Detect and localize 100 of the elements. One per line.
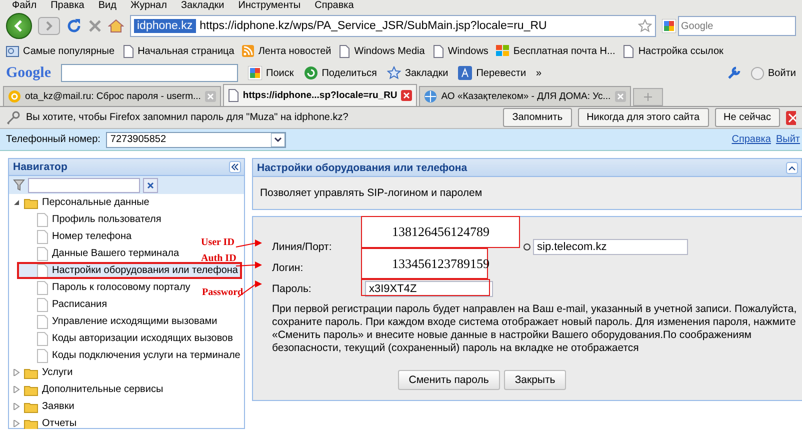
new-tab-icon[interactable] [632, 88, 663, 106]
tree-item[interactable]: Профиль пользователя [9, 211, 162, 228]
tree-item[interactable]: Номер телефона [9, 228, 132, 245]
phone-select[interactable]: 7273905852 [106, 132, 286, 148]
prompt-button[interactable]: Запомнить [503, 108, 572, 127]
translate-icon [458, 66, 472, 80]
browser-tab[interactable]: ota_kz@mail.ru: Сброс пароля - userm... [3, 86, 221, 106]
folder-icon [24, 400, 38, 412]
search-icon [662, 19, 676, 33]
document-icon [37, 314, 48, 328]
windows-flag-icon [496, 45, 510, 57]
collapsed-triangle-icon [13, 403, 20, 410]
bookmark[interactable]: Самые популярные [6, 45, 115, 57]
tab-close-icon[interactable] [204, 91, 216, 102]
browser-tab[interactable]: https://idphone...sp?locale=ru_RU [222, 84, 418, 106]
document-icon [37, 348, 48, 362]
menu-item[interactable]: Инструменты [238, 0, 301, 12]
field-label: Пароль: [272, 282, 312, 294]
menu-item[interactable]: Правка [50, 0, 84, 12]
input-field[interactable]: x3I9XT4Z [365, 280, 493, 296]
annotation-label: Auth ID [201, 253, 236, 264]
key-icon [6, 110, 20, 124]
header-link[interactable]: Справка [732, 134, 771, 145]
tree-item[interactable]: Расписания [9, 296, 107, 313]
menu-item[interactable]: Файл [12, 0, 37, 12]
domain-field[interactable]: sip.telecom.kz [533, 238, 688, 254]
filter-icon [13, 179, 25, 191]
tree-item[interactable]: Настройки оборудования или телефона [17, 262, 242, 279]
menu-item[interactable]: Журнал [130, 0, 167, 12]
tree-item[interactable]: Коды подключения услуги на терминале [9, 347, 240, 364]
tree-item[interactable]: Данные Вашего терминала [9, 245, 180, 262]
toolbar-button[interactable]: Поиск [248, 66, 294, 80]
page-icon [228, 89, 239, 102]
close-icon [147, 182, 154, 188]
more-button[interactable]: » [536, 68, 542, 78]
document-icon [37, 264, 48, 278]
toolbar-button[interactable]: Перевести [458, 66, 526, 80]
tree-item[interactable]: Услуги [9, 364, 73, 381]
collapse-icon[interactable] [229, 161, 241, 173]
tree-item[interactable]: Коды авторизации исходящих вызовов [9, 330, 233, 347]
toolbar-button[interactable]: Поделиться [304, 66, 377, 80]
bookmark[interactable]: Настройка ссылок [623, 44, 724, 58]
annotation-label: Password [202, 287, 244, 298]
site-identity[interactable]: idphone.kz [134, 19, 196, 33]
page-icon [623, 44, 634, 58]
prompt-button[interactable]: Никогда для этого сайта [578, 108, 709, 127]
phone-value: 7273905852 [110, 134, 166, 145]
google-logo: Google [6, 64, 51, 82]
document-icon [37, 280, 48, 294]
bookmark[interactable]: Начальная страница [122, 44, 234, 58]
star-icon [386, 66, 401, 80]
tree-item[interactable]: Заявки [9, 398, 74, 415]
reload-icon[interactable] [66, 18, 82, 34]
close-icon[interactable] [786, 110, 796, 124]
tree-item[interactable]: Пароль к голосовому порталу [9, 279, 190, 296]
field-label: Линия/Порт: [272, 240, 333, 252]
page-icon [432, 44, 444, 58]
bookmark[interactable]: Windows Media [339, 44, 425, 58]
menu-item[interactable]: Вид [98, 0, 116, 12]
collapse-icon[interactable] [786, 162, 798, 174]
collapsed-triangle-icon [13, 420, 20, 427]
page-icon [122, 44, 134, 58]
menu-item[interactable]: Справка [314, 0, 354, 12]
tree-item[interactable]: Дополнительные сервисы [9, 381, 164, 398]
search-field[interactable]: Google [678, 16, 796, 36]
login-button[interactable]: Войти [751, 66, 796, 80]
star-icon[interactable] [638, 19, 652, 33]
document-icon [37, 332, 48, 346]
tab-title: ota_kz@mail.ru: Сброс пароля - userm... [25, 91, 201, 102]
menu-item[interactable]: Закладки [180, 0, 224, 12]
bookmark[interactable]: Бесплатная почта Н... [496, 45, 616, 57]
close-icon[interactable] [88, 19, 102, 33]
prompt-button[interactable]: Не сейчас [714, 108, 780, 127]
field-label: Логин: [272, 262, 304, 274]
google-search-field[interactable] [61, 64, 238, 82]
bookmark[interactable]: Windows [432, 44, 488, 58]
document-icon [37, 230, 48, 244]
page-icon [339, 44, 350, 58]
address-bar[interactable]: idphone.kz https://idphone.kz/wps/PA_Service_JSR/SubMain.jsp?locale=ru_RU [130, 15, 656, 37]
form-button[interactable]: Сменить пароль [398, 370, 500, 390]
form-button[interactable]: Закрыть [504, 370, 566, 390]
wrench-icon[interactable] [727, 66, 742, 80]
folder-icon [24, 418, 38, 429]
bookmark[interactable]: Лента новостей [242, 45, 332, 57]
toolbar-button[interactable]: Закладки [386, 66, 448, 80]
collapsed-triangle-icon [13, 369, 20, 376]
panel-title: Настройки оборудования или телефона [257, 162, 468, 174]
tab-close-icon[interactable] [614, 91, 626, 102]
share-icon [304, 66, 318, 80]
filter-field[interactable] [28, 178, 140, 192]
phone-label: Телефонный номер: [6, 134, 100, 145]
back-button[interactable] [6, 13, 32, 39]
clear-button[interactable] [143, 178, 158, 192]
tree-item[interactable]: Управление исходящими вызовами [9, 313, 218, 330]
browser-tab[interactable]: АО «Казақтелеком» - ДЛЯ ДОМА: Ус... [419, 86, 631, 106]
tree-item[interactable]: Отчеты [9, 415, 77, 429]
home-icon[interactable] [108, 19, 124, 33]
tree-item[interactable]: Персональные данные [9, 194, 150, 211]
header-link[interactable]: Выйт [776, 134, 800, 145]
tab-close-icon[interactable] [401, 90, 412, 101]
